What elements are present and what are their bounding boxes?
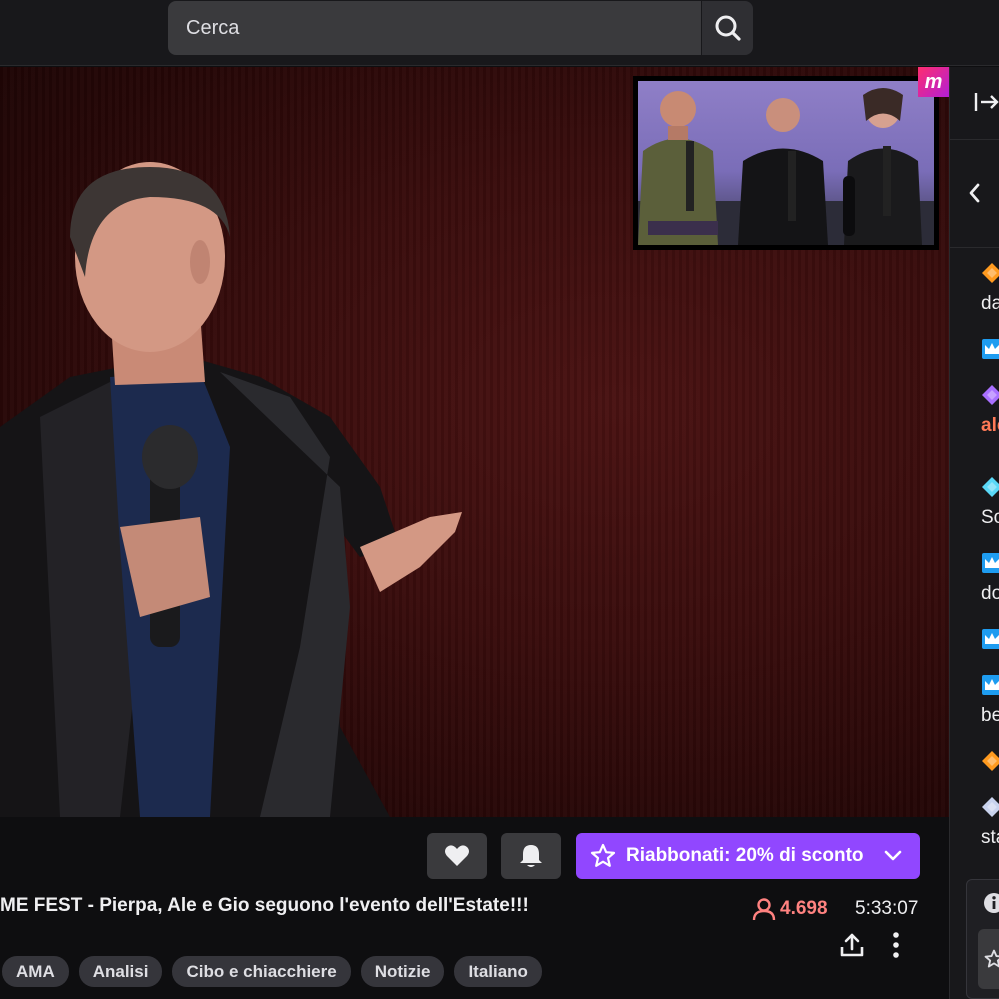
chat-panel: da ale So do be sta	[949, 67, 999, 999]
tag-analisi[interactable]: Analisi	[78, 956, 163, 987]
tag-ama[interactable]: AMA	[2, 956, 69, 987]
resubscribe-button[interactable]: Riabbonati: 20% di sconto	[576, 833, 920, 879]
chevron-down-icon	[884, 850, 901, 861]
crown-icon	[982, 339, 999, 359]
share-button[interactable]	[836, 929, 868, 961]
stream-tags: AMA Analisi Cibo e chiacchiere Notizie I…	[2, 956, 542, 987]
chat-header-divider	[950, 139, 999, 140]
purple-gem-icon	[982, 385, 999, 405]
chat-message-text: So	[981, 507, 999, 528]
search-icon	[715, 15, 741, 41]
collapse-chat-button[interactable]	[974, 91, 999, 118]
more-options-button[interactable]	[884, 929, 908, 961]
info-icon	[984, 893, 999, 913]
search-input[interactable]	[186, 16, 701, 40]
orange-gem-icon	[982, 263, 999, 283]
collapse-right-icon	[974, 93, 999, 111]
crown-icon	[982, 675, 999, 695]
chat-message-text: da	[981, 293, 999, 314]
star-icon	[984, 949, 999, 968]
webcam-feed	[638, 81, 934, 245]
hosts-video-frame	[638, 88, 934, 245]
chat-message-text: sta	[981, 827, 999, 848]
search-box[interactable]	[168, 1, 701, 55]
follow-button[interactable]	[427, 833, 487, 879]
stream-title: ME FEST - Pierpa, Ale e Gio seguono l'ev…	[0, 895, 529, 916]
star-icon	[590, 843, 616, 867]
chat-input-field[interactable]	[978, 929, 999, 989]
crown-icon	[982, 629, 999, 649]
presenter-video-frame	[0, 162, 462, 817]
tag-cibo-e-chiacchiere[interactable]: Cibo e chiacchiere	[172, 956, 351, 987]
silver-gem-icon	[982, 797, 999, 817]
viewer-count: 4.698	[752, 897, 828, 921]
top-nav-bar	[0, 0, 999, 66]
tag-italiano[interactable]: Italiano	[454, 956, 542, 987]
webcam-overlay	[633, 76, 939, 250]
channel-logo-icon: m	[918, 67, 949, 97]
bell-icon	[520, 845, 542, 867]
chevron-left-icon	[969, 183, 980, 203]
notifications-button[interactable]	[501, 833, 561, 879]
search-button[interactable]	[702, 1, 753, 55]
stream-uptime: 5:33:07	[855, 898, 919, 919]
chat-subheader-divider	[950, 247, 999, 248]
viewer-count-value: 4.698	[780, 898, 828, 919]
share-icon	[840, 933, 864, 957]
video-player[interactable]: m	[0, 67, 949, 817]
user-icon	[752, 898, 776, 921]
heart-icon	[445, 845, 469, 866]
chat-back-button[interactable]	[966, 181, 982, 210]
stream-info-panel: Riabbonati: 20% di sconto ME FEST - Pier…	[0, 817, 949, 999]
vertical-dots-icon	[893, 932, 899, 958]
chat-message-text: be	[981, 705, 999, 726]
tag-notizie[interactable]: Notizie	[360, 956, 445, 987]
chat-message-text: do	[981, 583, 999, 604]
cyan-gem-icon	[982, 477, 999, 497]
chat-message-text: ale	[981, 415, 999, 436]
resubscribe-label: Riabbonati: 20% di sconto	[626, 845, 864, 866]
crown-icon	[982, 553, 999, 573]
orange-gem-icon	[982, 751, 999, 771]
